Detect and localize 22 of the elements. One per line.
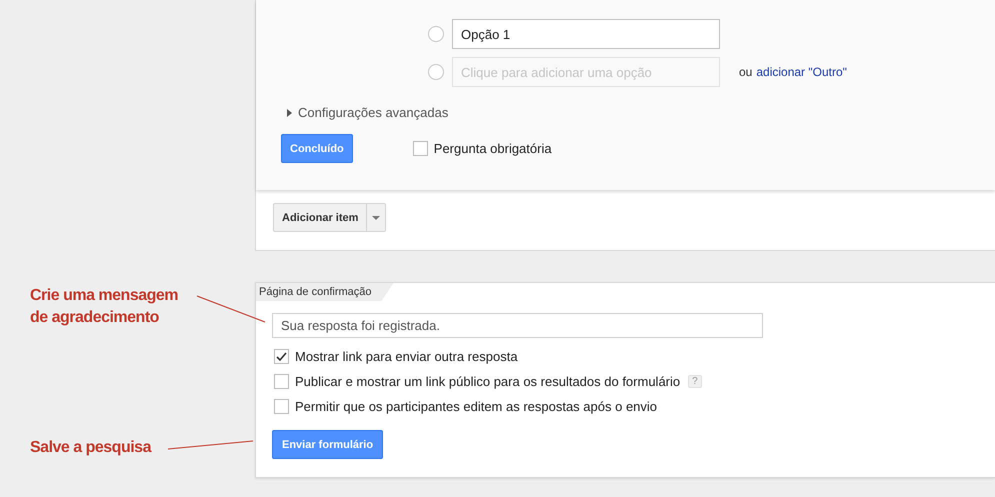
add-item-button[interactable]: Adicionar item — [273, 203, 368, 232]
annotation-text: Crie uma mensagem de agradecimento — [30, 286, 180, 328]
required-label: Pergunta obrigatória — [434, 141, 552, 156]
radio-button[interactable] — [428, 26, 444, 42]
message-field[interactable]: Sua resposta foi registrada. — [272, 313, 763, 338]
or-label: ou — [739, 65, 752, 79]
checkbox[interactable] — [274, 399, 289, 414]
annotation-text: Salve a pesquisa — [30, 438, 153, 458]
leader-line — [196, 296, 266, 322]
radio-button[interactable] — [428, 64, 444, 80]
advanced-settings-toggle[interactable]: Configurações avançadas — [287, 105, 448, 120]
checkbox[interactable] — [412, 141, 428, 156]
checkbox[interactable] — [274, 349, 289, 364]
dropdown-button[interactable] — [367, 203, 386, 232]
caret-icon — [372, 216, 380, 220]
checkbox[interactable] — [274, 374, 289, 389]
option-label: Mostrar link para enviar outra resposta — [295, 349, 518, 364]
checkmark-icon — [276, 352, 287, 362]
option-field[interactable]: Opção 1 — [452, 19, 720, 49]
option-label: Publicar e mostrar um link público para os resultados do formulário — [295, 374, 680, 389]
add-other-link[interactable]: adicionar "Outro" — [756, 65, 847, 79]
option-label: Permitir que os participantes editem as respostas após o envio — [295, 399, 658, 414]
